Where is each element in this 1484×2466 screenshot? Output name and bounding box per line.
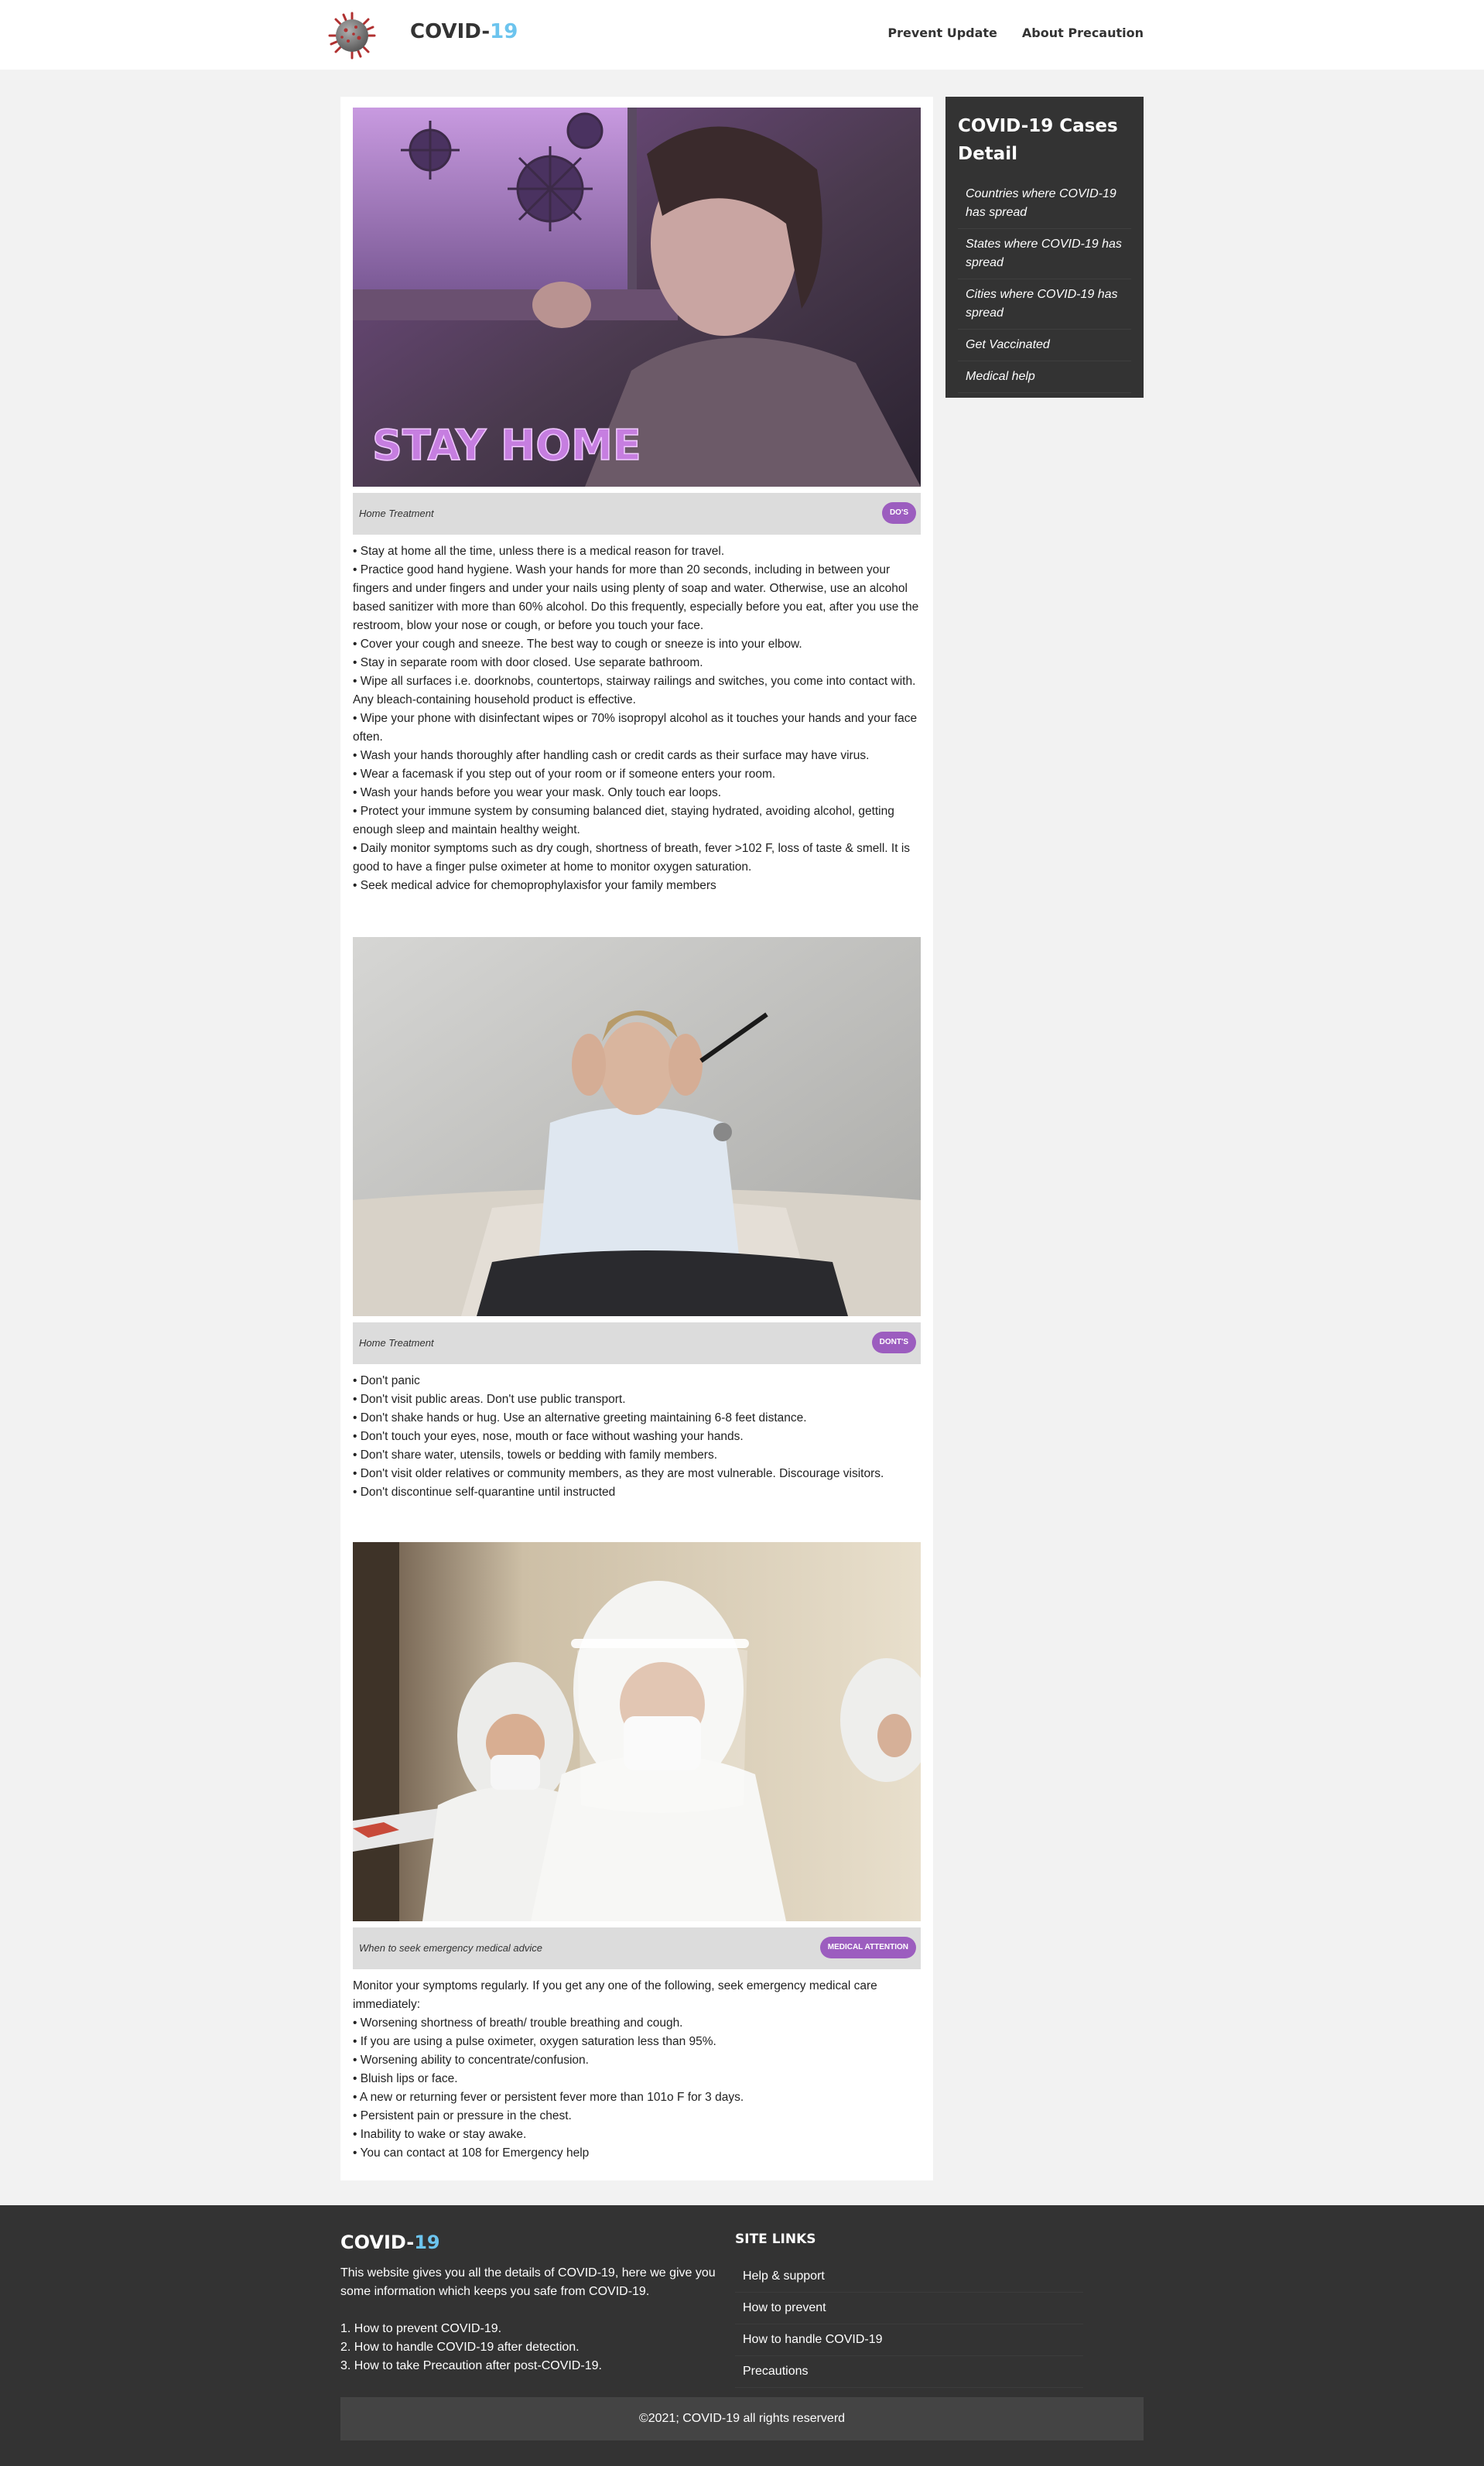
list-item: • Worsening shortness of breath/ trouble… bbox=[353, 2016, 683, 2030]
sidebar-item-countries[interactable]: Countries where COVID-19 has spread bbox=[958, 179, 1131, 229]
list-item: • Don't panic bbox=[353, 1374, 420, 1387]
list-item: • Wear a facemask if you step out of you… bbox=[353, 768, 776, 781]
footer-info-item: 3. How to take Precaution after post-COV… bbox=[340, 2359, 602, 2372]
list-item: • Practice good hand hygiene. Wash your … bbox=[353, 563, 919, 632]
footer-info-list: 1. How to prevent COVID-19. 2. How to ha… bbox=[340, 2320, 602, 2375]
post-body: • Stay at home all the time, unless ther… bbox=[353, 542, 921, 895]
dos-badge[interactable]: DO'S bbox=[881, 502, 916, 524]
list-item: • Don't visit older relatives or communi… bbox=[353, 1467, 884, 1480]
cases-detail-sidebar: COVID-19 Cases Detail Countries where CO… bbox=[945, 97, 1144, 398]
stressed-man-image bbox=[353, 937, 921, 1316]
footer-link-how-to-prevent[interactable]: How to prevent bbox=[735, 2293, 1083, 2324]
list-item: • If you are using a pulse oximeter, oxy… bbox=[353, 2035, 716, 2048]
list-item: • Wash your hands thoroughly after handl… bbox=[353, 749, 870, 762]
donts-badge[interactable]: DONT'S bbox=[871, 1332, 916, 1353]
caption-bar: Home Treatment DONT'S bbox=[353, 1322, 921, 1364]
medical-workers-image bbox=[353, 1542, 921, 1921]
post-donts: Home Treatment DONT'S • Don't panic • Do… bbox=[353, 937, 921, 1502]
list-item: • Wipe your phone with disinfectant wipe… bbox=[353, 712, 918, 744]
coronavirus-logo-icon[interactable] bbox=[327, 10, 378, 61]
list-item: • Worsening ability to concentrate/confu… bbox=[353, 2054, 589, 2067]
main-content-card: STAY HOME Home Treatment DO'S • Stay at … bbox=[340, 97, 933, 2180]
caption-bar: When to seek emergency medical advice ME… bbox=[353, 1927, 921, 1969]
footer-brand-accent: 19 bbox=[414, 2232, 440, 2253]
list-item: • Cover your cough and sneeze. The best … bbox=[353, 638, 802, 651]
brand-title[interactable]: COVID-19 bbox=[410, 20, 518, 43]
footer-link-help-support[interactable]: Help & support bbox=[735, 2261, 1083, 2293]
sidebar-item-cities[interactable]: Cities where COVID-19 has spread bbox=[958, 279, 1131, 330]
list-item: • Stay at home all the time, unless ther… bbox=[353, 545, 725, 558]
sidebar-title: COVID-19 Cases Detail bbox=[958, 116, 1118, 164]
list-item: • A new or returning fever or persistent… bbox=[353, 2091, 744, 2104]
brand-main: COVID- bbox=[410, 20, 491, 43]
footer-description: This website gives you all the details o… bbox=[340, 2266, 716, 2298]
copyright-bar: ©2021; COVID-19 all rights reserverd bbox=[340, 2397, 1144, 2440]
list-item: • Don't shake hands or hug. Use an alter… bbox=[353, 1411, 807, 1425]
footer-brand: COVID-19 bbox=[340, 2232, 440, 2253]
sidebar-item-medical-help[interactable]: Medical help bbox=[958, 361, 1131, 393]
stay-home-overlay-text: STAY HOME bbox=[372, 421, 641, 470]
list-item: • Don't touch your eyes, nose, mouth or … bbox=[353, 1430, 744, 1443]
post-dos: STAY HOME Home Treatment DO'S • Stay at … bbox=[353, 108, 921, 895]
list-item: • Daily monitor symptoms such as dry cou… bbox=[353, 842, 911, 874]
sidebar-item-get-vaccinated[interactable]: Get Vaccinated bbox=[958, 330, 1131, 361]
list-item: • Wipe all surfaces i.e. doorknobs, coun… bbox=[353, 675, 916, 706]
list-item: • Wash your hands before you wear your m… bbox=[353, 786, 722, 799]
list-item: • Stay in separate room with door closed… bbox=[353, 656, 703, 669]
post-medical-attention: When to seek emergency medical advice ME… bbox=[353, 1542, 921, 2163]
brand-accent: 19 bbox=[490, 20, 518, 43]
stay-home-image: STAY HOME bbox=[353, 108, 921, 487]
nav-prevent-update[interactable]: Prevent Update bbox=[887, 26, 997, 40]
footer-info-item: 1. How to prevent COVID-19. bbox=[340, 2322, 502, 2335]
medical-attention-badge[interactable]: MEDICAL ATTENTION bbox=[819, 1937, 916, 1958]
footer-brand-main: COVID- bbox=[340, 2232, 415, 2253]
site-links-list: Help & support How to prevent How to han… bbox=[735, 2261, 1083, 2388]
list-item: • Inability to wake or stay awake. bbox=[353, 2128, 527, 2141]
list-item: • Don't visit public areas. Don't use pu… bbox=[353, 1393, 626, 1406]
list-item: • Protect your immune system by consumin… bbox=[353, 805, 894, 836]
list-item: • Bluish lips or face. bbox=[353, 2072, 458, 2085]
post-body: Monitor your symptoms regularly. If you … bbox=[353, 1977, 921, 2163]
site-header: COVID-19 Prevent Update About Precaution bbox=[0, 0, 1484, 70]
list-item: Monitor your symptoms regularly. If you … bbox=[353, 1979, 877, 2011]
site-footer: COVID-19 This website gives you all the … bbox=[0, 2205, 1484, 2466]
sidebar-list: Countries where COVID-19 has spread Stat… bbox=[958, 179, 1131, 393]
footer-link-precautions[interactable]: Precautions bbox=[735, 2356, 1083, 2388]
list-item: • Don't discontinue self-quarantine unti… bbox=[353, 1486, 616, 1499]
post-caption: When to seek emergency medical advice bbox=[359, 1942, 543, 1954]
caption-bar: Home Treatment DO'S bbox=[353, 493, 921, 535]
footer-info-item: 2. How to handle COVID-19 after detectio… bbox=[340, 2341, 580, 2354]
list-item: • You can contact at 108 for Emergency h… bbox=[353, 2146, 590, 2160]
post-caption: Home Treatment bbox=[359, 1337, 434, 1349]
post-caption: Home Treatment bbox=[359, 508, 434, 519]
main-nav: Prevent Update About Precaution bbox=[887, 26, 1144, 40]
list-item: • Persistent pain or pressure in the che… bbox=[353, 2109, 572, 2122]
list-item: • Seek medical advice for chemoprophylax… bbox=[353, 879, 716, 892]
nav-about-precaution[interactable]: About Precaution bbox=[1022, 26, 1144, 40]
site-links-title: SITE LINKS bbox=[735, 2232, 816, 2247]
post-body: • Don't panic • Don't visit public areas… bbox=[353, 1372, 921, 1502]
footer-link-how-to-handle[interactable]: How to handle COVID-19 bbox=[735, 2324, 1083, 2356]
list-item: • Don't share water, utensils, towels or… bbox=[353, 1448, 718, 1462]
sidebar-item-states[interactable]: States where COVID-19 has spread bbox=[958, 229, 1131, 279]
